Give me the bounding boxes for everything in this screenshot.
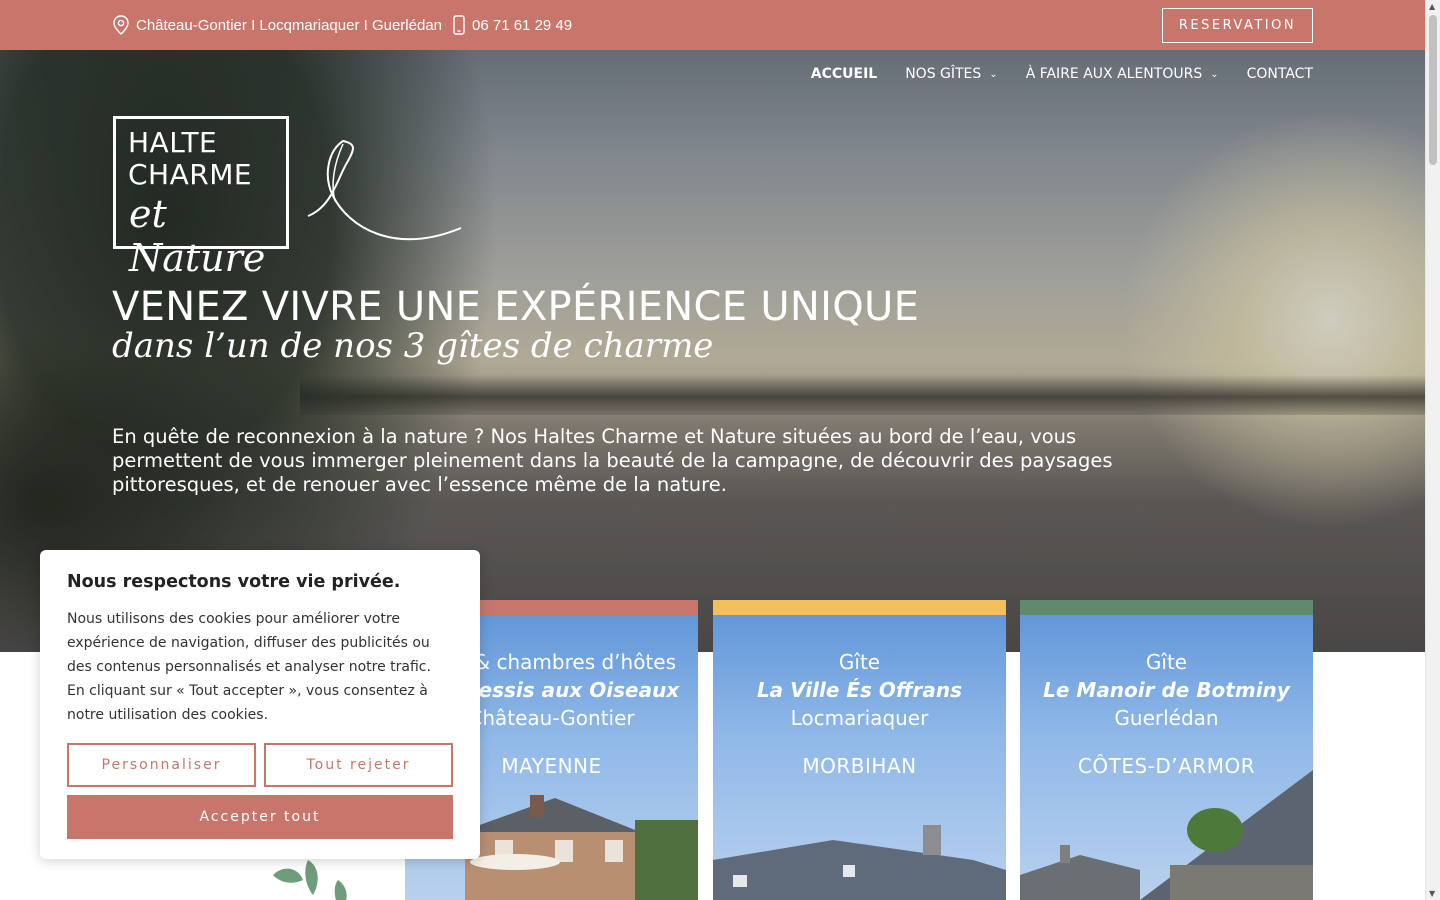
card-name: Le Manoir de Botminy (1043, 678, 1290, 702)
house-photo (1020, 770, 1313, 900)
phone-group[interactable]: 06 71 61 29 49 (452, 15, 572, 35)
card-accent-bar (1020, 600, 1313, 615)
mobile-phone-icon (453, 15, 465, 35)
card-kind: Gîte (1145, 650, 1188, 674)
card-name: La Ville És Offrans (756, 678, 963, 702)
card-town: Locmariaquer (790, 706, 929, 730)
scrollbar-thumb[interactable] (1429, 15, 1437, 165)
main-nav: ACCUEIL NOS GÎTES ⌄ À FAIRE AUX ALENTOURS… (811, 66, 1313, 82)
customize-button[interactable]: Personnaliser (67, 743, 256, 787)
logo-line-3: et Nature (129, 192, 266, 280)
hero-intro: En quête de reconnexion à la nature ? No… (112, 425, 1113, 496)
nav-a-faire[interactable]: À FAIRE AUX ALENTOURS ⌄ (1026, 66, 1219, 82)
top-bar: Château-Gontier I Locqmariaquer I Guerlé… (0, 0, 1425, 50)
reject-all-button[interactable]: Tout rejeter (264, 743, 453, 787)
logo-line-2: CHARME (128, 158, 253, 191)
accept-all-button[interactable]: Accepter tout (67, 795, 453, 839)
logo-line-1: HALTE (128, 126, 218, 159)
contact-info: Château-Gontier I Locqmariaquer I Guerlé… (112, 15, 572, 35)
cookie-button-row: Personnaliser Tout rejeter (67, 743, 453, 787)
chevron-down-icon: ⌄ (1210, 68, 1219, 80)
leaf-decoration-icon (273, 860, 347, 900)
cookie-consent-dialog: Nous respectons votre vie privée. Nous u… (40, 550, 480, 859)
nav-a-faire-label: À FAIRE AUX ALENTOURS (1025, 66, 1203, 82)
nav-accueil[interactable]: ACCUEIL (811, 66, 877, 82)
cookie-text: Nous utilisons des cookies pour améliore… (67, 611, 431, 723)
locations-text: Château-Gontier I Locqmariaquer I Guerlé… (136, 16, 443, 34)
hero-subline: dans l’un de nos 3 gîtes de charme (112, 326, 714, 366)
reservation-button[interactable]: RESERVATION (1162, 8, 1313, 43)
chevron-down-icon: ⌄ (989, 68, 998, 80)
nav-accueil-label: ACCUEIL (810, 66, 878, 82)
scroll-down-icon[interactable]: ▼ (1429, 889, 1435, 898)
cookie-title: Nous respectons votre vie privée. (67, 572, 401, 592)
card-title: Gîte La Ville És Offrans Locmariaquer (713, 648, 1006, 732)
location-pin-icon (113, 15, 129, 35)
nav-nos-gites-label: NOS GÎTES (905, 66, 982, 82)
scroll-up-icon[interactable]: ▲ (1429, 2, 1435, 11)
card-kind: Gîte (838, 650, 881, 674)
house-photo (713, 825, 1006, 900)
nav-nos-gites[interactable]: NOS GÎTES ⌄ (905, 66, 997, 82)
card-town: Guerlédan (1114, 706, 1219, 730)
phone-number[interactable]: 06 71 61 29 49 (472, 17, 572, 34)
gite-card-morbihan[interactable]: Gîte La Ville És Offrans Locmariaquer MO… (713, 600, 1006, 900)
page-scrollbar[interactable]: ▲ ▼ (1425, 0, 1440, 900)
gite-card-cotes-darmor[interactable]: Gîte Le Manoir de Botminy Guerlédan CÔTE… (1020, 600, 1313, 900)
nav-contact-label: CONTACT (1246, 66, 1313, 82)
card-accent-bar (713, 600, 1006, 615)
card-title: Gîte Le Manoir de Botminy Guerlédan (1020, 648, 1313, 732)
hero-headline: VENEZ VIVRE UNE EXPÉRIENCE UNIQUE (112, 284, 920, 330)
card-region: MORBIHAN (802, 754, 917, 778)
logo-leaf-icon (307, 139, 462, 241)
nav-contact[interactable]: CONTACT (1247, 66, 1313, 82)
